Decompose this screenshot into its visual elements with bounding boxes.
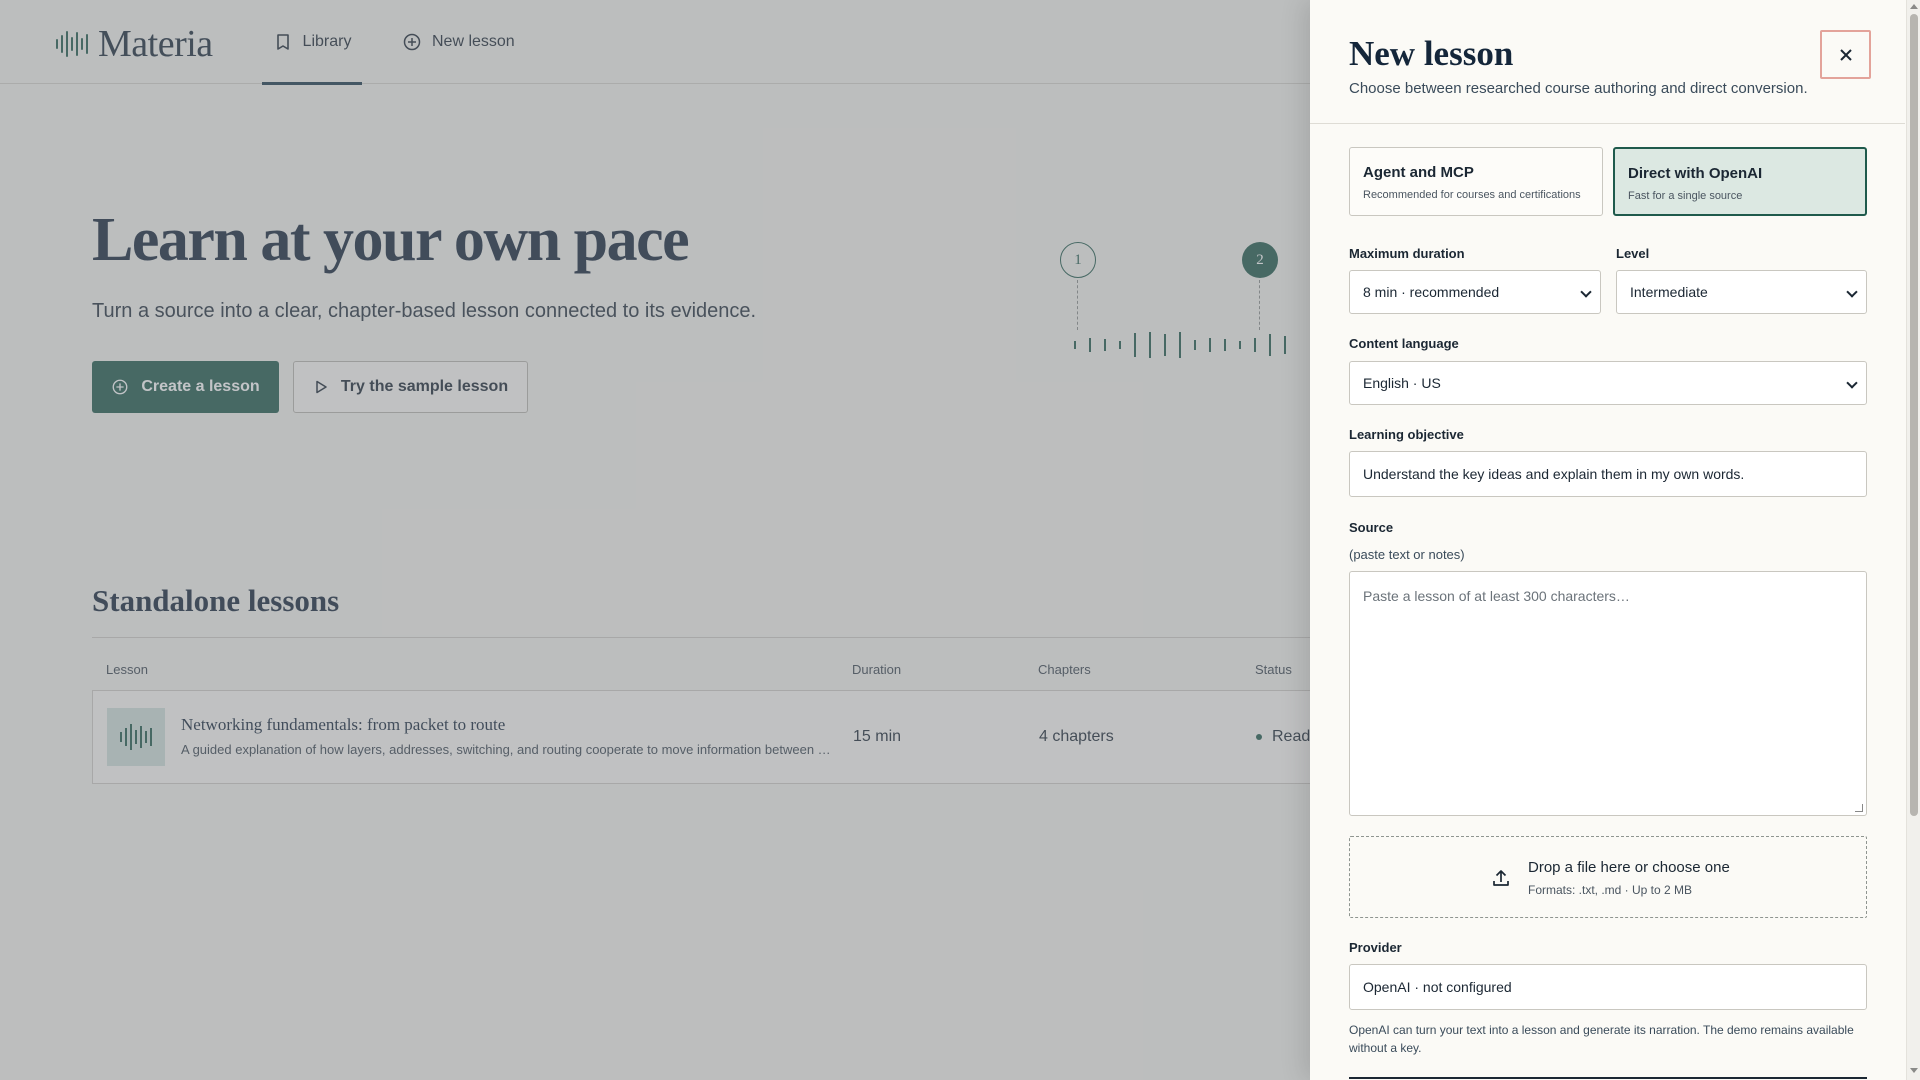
- learning-objective-input[interactable]: Understand the key ideas and explain the…: [1349, 451, 1867, 497]
- new-lesson-panel: New lesson Choose between researched cou…: [1310, 0, 1920, 1080]
- learning-objective-label: Learning objective: [1349, 427, 1464, 442]
- level-value: Intermediate: [1630, 284, 1708, 300]
- level-select[interactable]: Intermediate: [1616, 270, 1867, 314]
- file-dropzone[interactable]: Drop a file here or choose one Formats: …: [1349, 836, 1867, 918]
- level-label: Level: [1616, 246, 1650, 261]
- mode-subtitle: Recommended for courses and certificatio…: [1363, 189, 1581, 201]
- scroll-down-icon[interactable]: [1910, 1068, 1918, 1073]
- provider-note: OpenAI can turn your text into a lesson …: [1349, 1023, 1854, 1055]
- mode-title: Direct with OpenAI: [1628, 165, 1763, 182]
- dropzone-title: Drop a file here or choose one: [1528, 859, 1730, 876]
- mode-title: Agent and MCP: [1363, 164, 1474, 181]
- scrollbar-thumb[interactable]: [1910, 14, 1918, 816]
- panel-subtitle: Choose between researched course authori…: [1349, 80, 1808, 97]
- provider-field[interactable]: OpenAI · not configured: [1349, 964, 1867, 1010]
- max-duration-value: 8 min · recommended: [1363, 284, 1500, 300]
- close-icon: [1839, 48, 1852, 61]
- upload-icon: [1493, 870, 1509, 886]
- chevron-down-icon: [1580, 286, 1592, 298]
- source-placeholder: Paste a lesson of at least 300 character…: [1363, 588, 1630, 604]
- max-duration-label: Maximum duration: [1349, 246, 1465, 261]
- close-button[interactable]: [1820, 30, 1871, 79]
- source-label: Source: [1349, 520, 1394, 535]
- learning-objective-value: Understand the key ideas and explain the…: [1363, 466, 1745, 482]
- mode-agent-mcp[interactable]: Agent and MCP Recommended for courses an…: [1349, 147, 1603, 216]
- max-duration-select[interactable]: 8 min · recommended: [1349, 270, 1601, 314]
- provider-label: Provider: [1349, 940, 1402, 955]
- dropzone-subtitle: Formats: .txt, .md · Up to 2 MB: [1528, 883, 1693, 897]
- content-language-label: Content language: [1349, 336, 1459, 351]
- source-hint: (paste text or notes): [1349, 547, 1465, 562]
- mode-direct-openai[interactable]: Direct with OpenAI Fast for a single sou…: [1613, 147, 1867, 216]
- panel-header: New lesson Choose between researched cou…: [1310, 0, 1905, 124]
- source-textarea[interactable]: Paste a lesson of at least 300 character…: [1349, 571, 1867, 816]
- scroll-up-icon[interactable]: [1910, 4, 1918, 9]
- provider-value: OpenAI · not configured: [1363, 979, 1512, 995]
- content-language-select[interactable]: English · US: [1349, 361, 1867, 405]
- chevron-down-icon: [1846, 377, 1858, 389]
- mode-subtitle: Fast for a single source: [1628, 190, 1743, 202]
- resize-handle[interactable]: [1855, 804, 1863, 812]
- content-language-value: English · US: [1363, 375, 1441, 391]
- chevron-down-icon: [1846, 286, 1858, 298]
- panel-title: New lesson: [1349, 34, 1514, 73]
- panel-scrollbar[interactable]: [1906, 0, 1920, 1080]
